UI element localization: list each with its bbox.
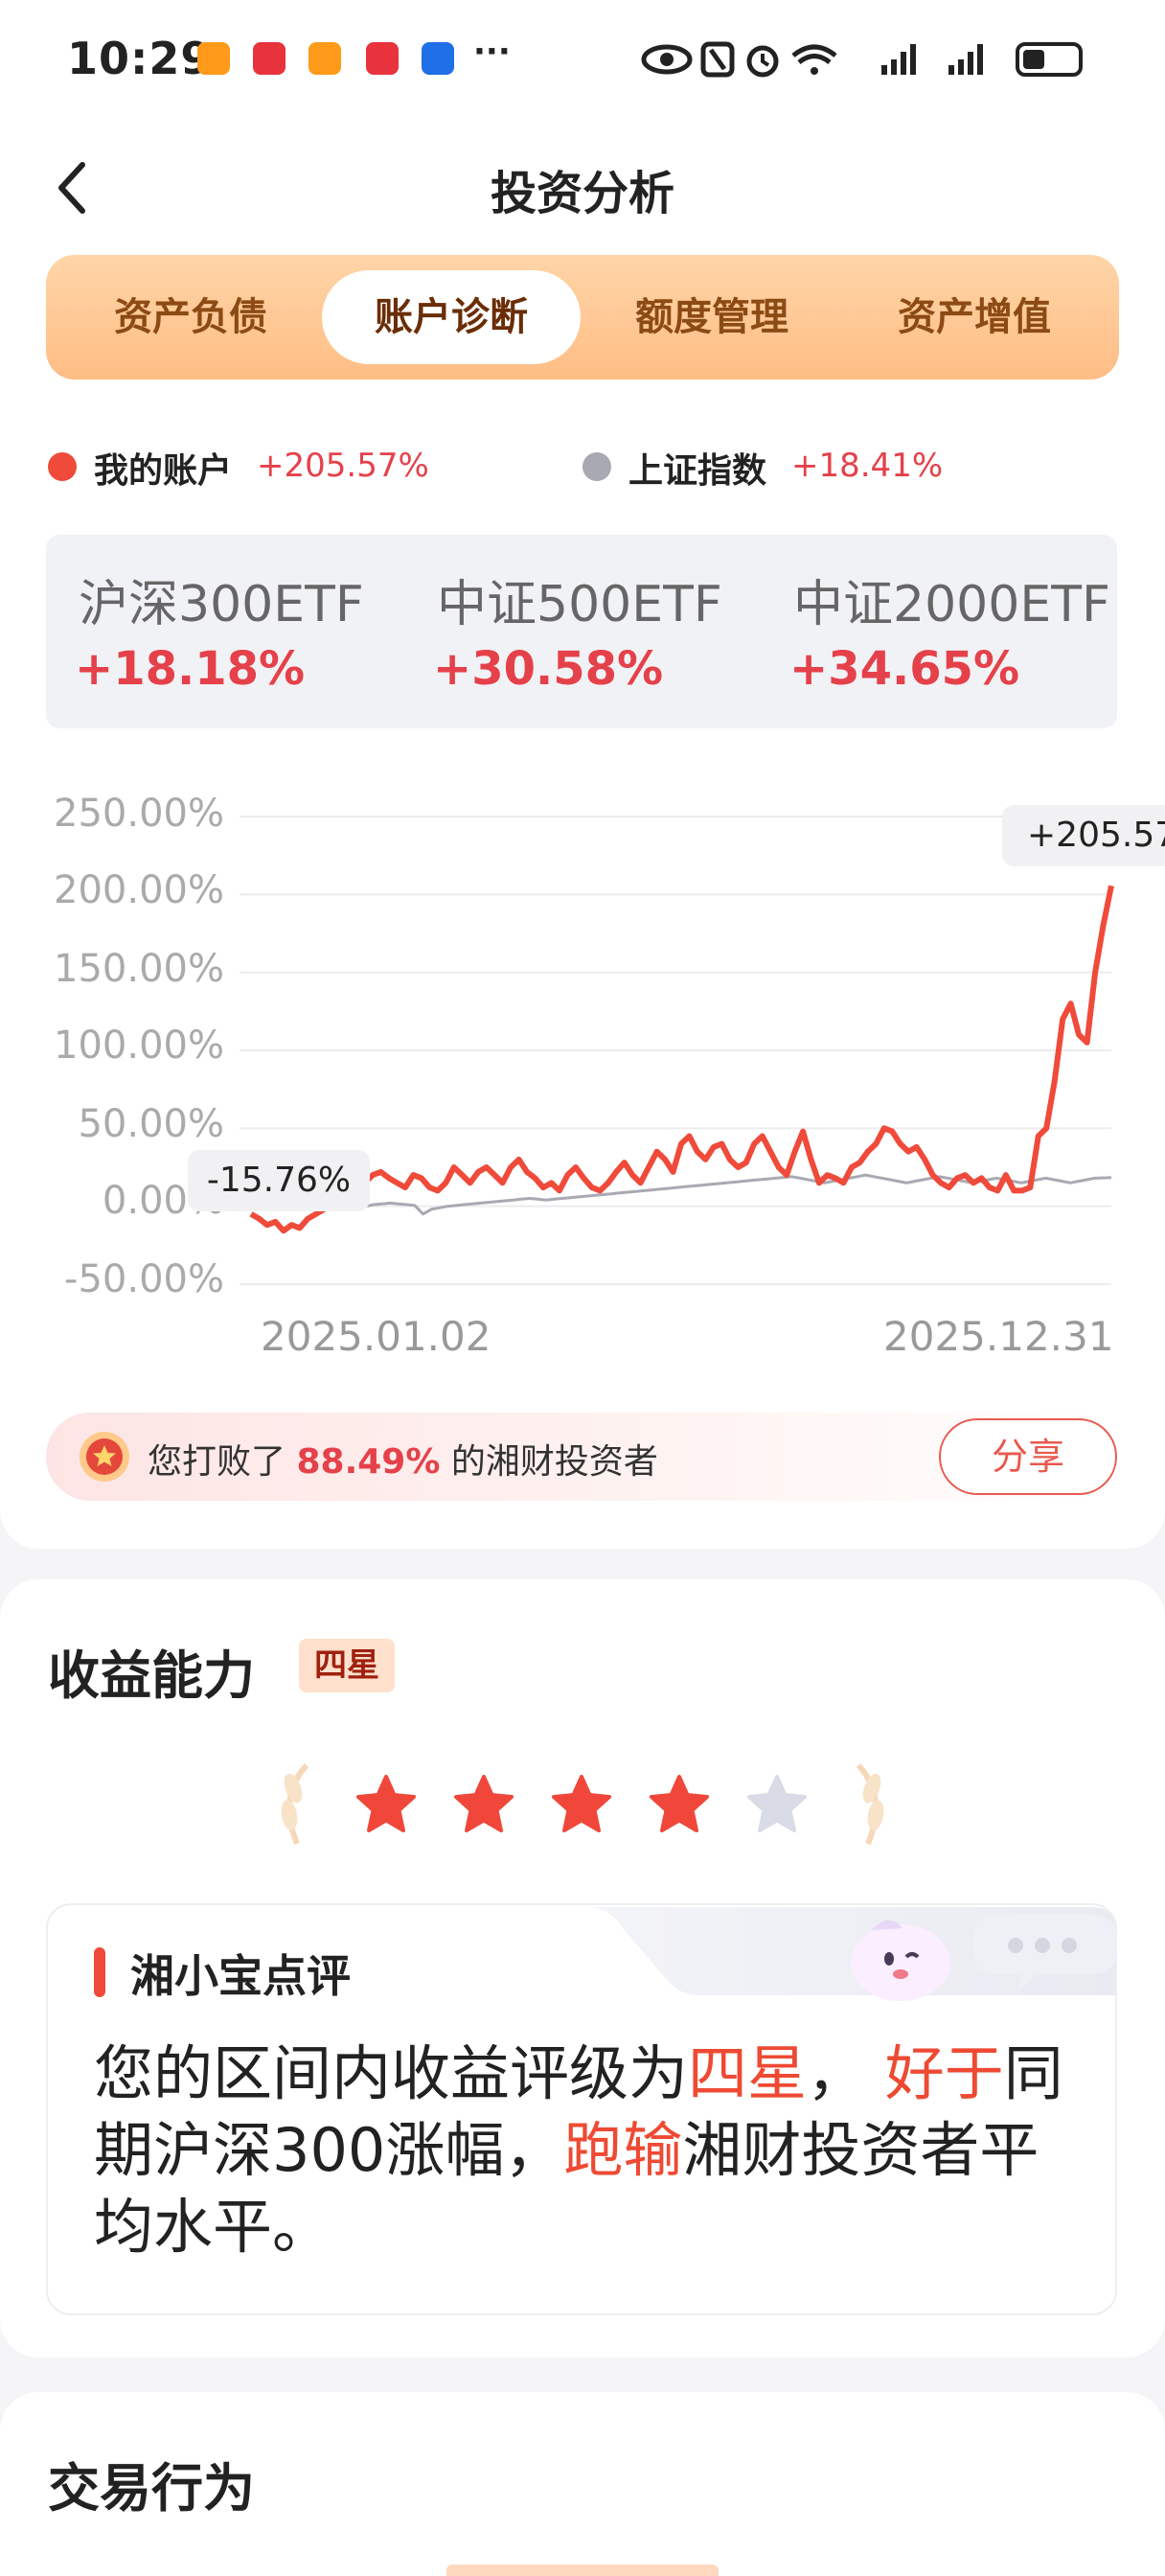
legend-index-value: +18.41%	[791, 447, 944, 485]
etf-comparison-box: 沪深300ETF +18.18% 中证500ETF +30.58% 中证2000…	[46, 535, 1117, 728]
review-highlight: 跑输	[563, 2115, 683, 2185]
rank-badge: 四星	[299, 1639, 395, 1692]
review-highlight: 四星	[688, 2038, 808, 2108]
etf-value: +30.58%	[433, 642, 664, 696]
app-notification-icon	[197, 42, 230, 75]
tab-quota-management[interactable]: 额度管理	[582, 270, 841, 364]
review-highlight: 好于	[884, 2038, 1004, 2108]
max-value-bubble: +205.57%	[1002, 805, 1165, 866]
star-filled-icon	[454, 1775, 514, 1832]
star-filled-icon	[552, 1775, 611, 1832]
medal-icon	[80, 1432, 129, 1482]
beat-text: 您打败了 88.49% 的湘财投资者	[148, 1434, 658, 1484]
mascot-icon	[851, 1915, 1117, 2001]
mall-notification-icon	[253, 42, 286, 75]
message-notification-icon	[366, 42, 399, 75]
tag-peek	[446, 2564, 719, 2576]
series-line-mine	[249, 885, 1114, 1234]
x-end-label: 2025.12.31	[883, 1313, 1114, 1360]
tab-account-diagnosis[interactable]: 账户诊断	[322, 270, 581, 364]
etf-value: +34.65%	[789, 642, 1020, 696]
beat-percent: 88.49%	[296, 1442, 441, 1482]
laurel-right-icon	[856, 1762, 884, 1846]
wifi-icon	[791, 44, 837, 75]
etf-value: +18.18%	[75, 642, 306, 696]
status-icons	[641, 41, 1083, 78]
star-filled-icon	[356, 1775, 416, 1832]
eye-icon	[641, 44, 693, 75]
legend-mine-label: 我的账户	[94, 451, 233, 491]
review-text: 您的区间内收益评级为	[94, 2038, 689, 2108]
beat-prefix: 您打败了	[148, 1442, 286, 1482]
etf-name: 沪深300ETF	[79, 576, 364, 633]
review-text: ，	[807, 2038, 885, 2108]
page-title: 投资分析	[490, 167, 674, 220]
star-filled-icon	[650, 1775, 709, 1832]
review-body: 您的区间内收益评级为四星， 好于同期沪深300涨幅，跑输湘财投资者平均水平。	[94, 2036, 1071, 2266]
x-start-label: 2025.01.02	[261, 1313, 491, 1360]
nfc-icon	[700, 41, 735, 78]
legend-dot-mine	[48, 452, 77, 481]
share-button[interactable]: 分享	[939, 1418, 1117, 1495]
min-value-bubble: -15.76%	[188, 1150, 370, 1211]
beat-suffix: 的湘财投资者	[450, 1442, 658, 1482]
more-notifications-icon: ···	[473, 33, 511, 71]
status-time: 10:29	[67, 33, 213, 84]
signal-icon	[881, 44, 916, 75]
ability-title: 收益能力	[48, 1645, 255, 1706]
star-empty-icon	[747, 1775, 807, 1832]
alarm-icon	[746, 45, 779, 78]
idea-notification-icon	[422, 42, 454, 75]
battery-icon	[1016, 42, 1083, 77]
tab-asset-growth[interactable]: 资产增值	[845, 270, 1104, 364]
legend-dot-index	[582, 452, 611, 481]
legend-mine-value: +205.57%	[257, 447, 429, 485]
legend-index-label: 上证指数	[628, 451, 767, 491]
return-chart	[240, 816, 1114, 1285]
signal-icon	[948, 44, 983, 75]
review-title: 湘小宝点评	[130, 1950, 351, 2002]
review-accent-bar	[94, 1947, 105, 1997]
tab-assets-liabilities[interactable]: 资产负债	[61, 270, 320, 364]
trade-title: 交易行为	[48, 2458, 255, 2518]
app-notification-icon	[308, 42, 341, 75]
laurel-left-icon	[281, 1762, 309, 1846]
etf-name: 中证500ETF	[437, 576, 722, 633]
etf-name: 中证2000ETF	[793, 576, 1110, 633]
